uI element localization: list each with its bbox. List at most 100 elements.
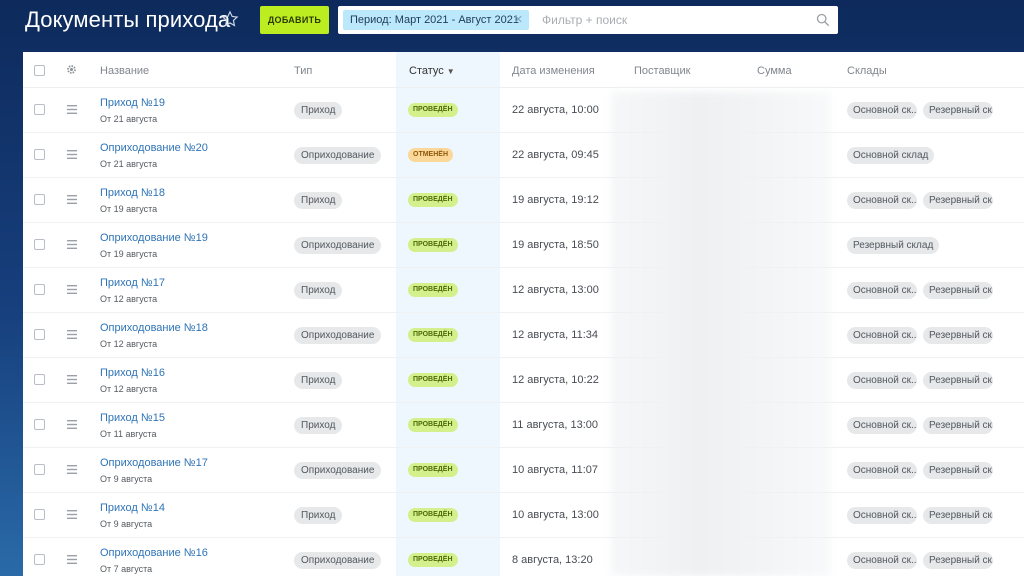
- drag-handle-icon[interactable]: [67, 105, 77, 114]
- modified-date: 19 августа, 19:12: [512, 194, 599, 206]
- status-badge: Отменён: [408, 148, 454, 162]
- document-link[interactable]: Оприходование №20: [100, 142, 208, 154]
- row-checkbox[interactable]: [34, 329, 45, 340]
- type-tag: Оприходование: [294, 552, 382, 569]
- drag-handle-icon[interactable]: [67, 195, 77, 204]
- table-row[interactable]: Приход №16 От 12 августа Приход Проведён 12 …: [23, 358, 1024, 403]
- column-sum[interactable]: Сумма: [757, 52, 792, 90]
- document-link[interactable]: Приход №16: [100, 367, 165, 379]
- type-tag: Оприходование: [294, 462, 382, 479]
- drag-handle-icon[interactable]: [67, 510, 77, 519]
- chip-close-icon[interactable]: ✕: [514, 10, 523, 30]
- top-bar: Документы прихода Добавить Период: Март …: [0, 0, 1024, 46]
- column-supplier[interactable]: Поставщик: [634, 52, 690, 90]
- row-checkbox[interactable]: [34, 284, 45, 295]
- status-badge: Проведён: [408, 193, 458, 207]
- type-tag: Приход: [294, 372, 343, 389]
- column-modified[interactable]: Дата изменения: [512, 52, 595, 90]
- column-warehouses[interactable]: Склады: [847, 52, 887, 90]
- chevron-down-icon: ▼: [446, 67, 455, 76]
- drag-handle-icon[interactable]: [67, 150, 77, 159]
- row-checkbox[interactable]: [34, 554, 45, 565]
- type-tag: Приход: [294, 417, 343, 434]
- warehouse-tag: Основной ск...: [847, 327, 917, 344]
- type-tag: Оприходование: [294, 237, 382, 254]
- document-link[interactable]: Оприходование №18: [100, 322, 208, 334]
- modified-date: 12 августа, 11:34: [512, 329, 598, 341]
- row-checkbox[interactable]: [34, 149, 45, 160]
- status-badge: Проведён: [408, 373, 458, 387]
- document-link[interactable]: Оприходование №19: [100, 232, 208, 244]
- warehouse-tag: Резервный ск...: [923, 192, 993, 209]
- table-header: Название Тип Статус ▼ Дата изменения Пост…: [23, 52, 1024, 88]
- drag-handle-icon[interactable]: [67, 555, 77, 564]
- row-checkbox[interactable]: [34, 464, 45, 475]
- drag-handle-icon[interactable]: [67, 465, 77, 474]
- modified-date: 12 августа, 13:00: [512, 284, 599, 296]
- warehouse-tag: Основной склад: [847, 147, 935, 164]
- document-date: От 19 августа: [100, 204, 158, 214]
- row-checkbox[interactable]: [34, 374, 45, 385]
- modified-date: 8 августа, 13:20: [512, 554, 593, 566]
- status-badge: Проведён: [408, 463, 458, 477]
- warehouse-tag: Резервный ск...: [923, 507, 993, 524]
- table-row[interactable]: Оприходование №17 От 9 августа Оприходован…: [23, 448, 1024, 493]
- warehouse-tag: Резервный ск...: [923, 102, 993, 119]
- period-filter-chip[interactable]: Период: Март 2021 - Август 2021 ✕: [343, 10, 529, 30]
- status-badge: Проведён: [408, 418, 458, 432]
- search-icon[interactable]: [816, 13, 830, 27]
- search-box[interactable]: Период: Март 2021 - Август 2021 ✕ Фильтр…: [338, 6, 838, 34]
- document-date: От 21 августа: [100, 114, 158, 124]
- column-type[interactable]: Тип: [294, 52, 312, 90]
- row-checkbox[interactable]: [34, 194, 45, 205]
- document-link[interactable]: Приход №18: [100, 187, 165, 199]
- column-name[interactable]: Название: [100, 52, 149, 90]
- drag-handle-icon[interactable]: [67, 240, 77, 249]
- drag-handle-icon[interactable]: [67, 420, 77, 429]
- table-row[interactable]: Оприходование №19 От 19 августа Оприходова…: [23, 223, 1024, 268]
- drag-handle-icon[interactable]: [67, 375, 77, 384]
- type-tag: Приход: [294, 507, 343, 524]
- modified-date: 11 августа, 13:00: [512, 419, 598, 431]
- warehouse-tag: Резервный ск...: [923, 327, 993, 344]
- table-row[interactable]: Приход №18 От 19 августа Приход Проведён 19 …: [23, 178, 1024, 223]
- table-row[interactable]: Оприходование №16 От 7 августа Оприходован…: [23, 538, 1024, 576]
- document-date: От 19 августа: [100, 249, 158, 259]
- table-row[interactable]: Приход №19 От 21 августа Приход Проведён 22 …: [23, 88, 1024, 133]
- document-link[interactable]: Оприходование №16: [100, 547, 208, 559]
- add-button[interactable]: Добавить: [260, 6, 329, 34]
- row-checkbox[interactable]: [34, 239, 45, 250]
- modified-date: 12 августа, 10:22: [512, 374, 599, 386]
- document-date: От 7 августа: [100, 564, 153, 574]
- gear-icon[interactable]: [66, 64, 77, 75]
- row-checkbox[interactable]: [34, 104, 45, 115]
- document-date: От 11 августа: [100, 429, 157, 439]
- warehouse-tag: Резервный ск...: [923, 462, 993, 479]
- search-input[interactable]: Фильтр + поиск: [542, 6, 627, 34]
- status-badge: Проведён: [408, 328, 458, 342]
- documents-table: Название Тип Статус ▼ Дата изменения Пост…: [23, 52, 1024, 576]
- document-link[interactable]: Приход №14: [100, 502, 165, 514]
- drag-handle-icon[interactable]: [67, 330, 77, 339]
- modified-date: 22 августа, 09:45: [512, 149, 599, 161]
- table-row[interactable]: Оприходование №18 От 12 августа Оприходова…: [23, 313, 1024, 358]
- document-link[interactable]: Оприходование №17: [100, 457, 208, 469]
- star-icon[interactable]: [221, 10, 239, 28]
- document-link[interactable]: Приход №15: [100, 412, 165, 424]
- row-checkbox[interactable]: [34, 419, 45, 430]
- warehouse-tag: Основной ск...: [847, 417, 917, 434]
- column-status-label: Статус: [409, 65, 444, 77]
- document-date: От 21 августа: [100, 159, 158, 169]
- document-link[interactable]: Приход №19: [100, 97, 165, 109]
- table-row[interactable]: Оприходование №20 От 21 августа Оприходова…: [23, 133, 1024, 178]
- table-row[interactable]: Приход №17 От 12 августа Приход Проведён 12 …: [23, 268, 1024, 313]
- table-row[interactable]: Приход №15 От 11 августа Приход Проведён 11 …: [23, 403, 1024, 448]
- warehouse-tag: Резервный ск...: [923, 552, 993, 569]
- table-row[interactable]: Приход №14 От 9 августа Приход Проведён 10 а…: [23, 493, 1024, 538]
- document-link[interactable]: Приход №17: [100, 277, 165, 289]
- warehouse-tag: Основной ск...: [847, 372, 917, 389]
- column-status[interactable]: Статус ▼: [409, 52, 455, 91]
- drag-handle-icon[interactable]: [67, 285, 77, 294]
- select-all-checkbox[interactable]: [34, 65, 45, 76]
- row-checkbox[interactable]: [34, 509, 45, 520]
